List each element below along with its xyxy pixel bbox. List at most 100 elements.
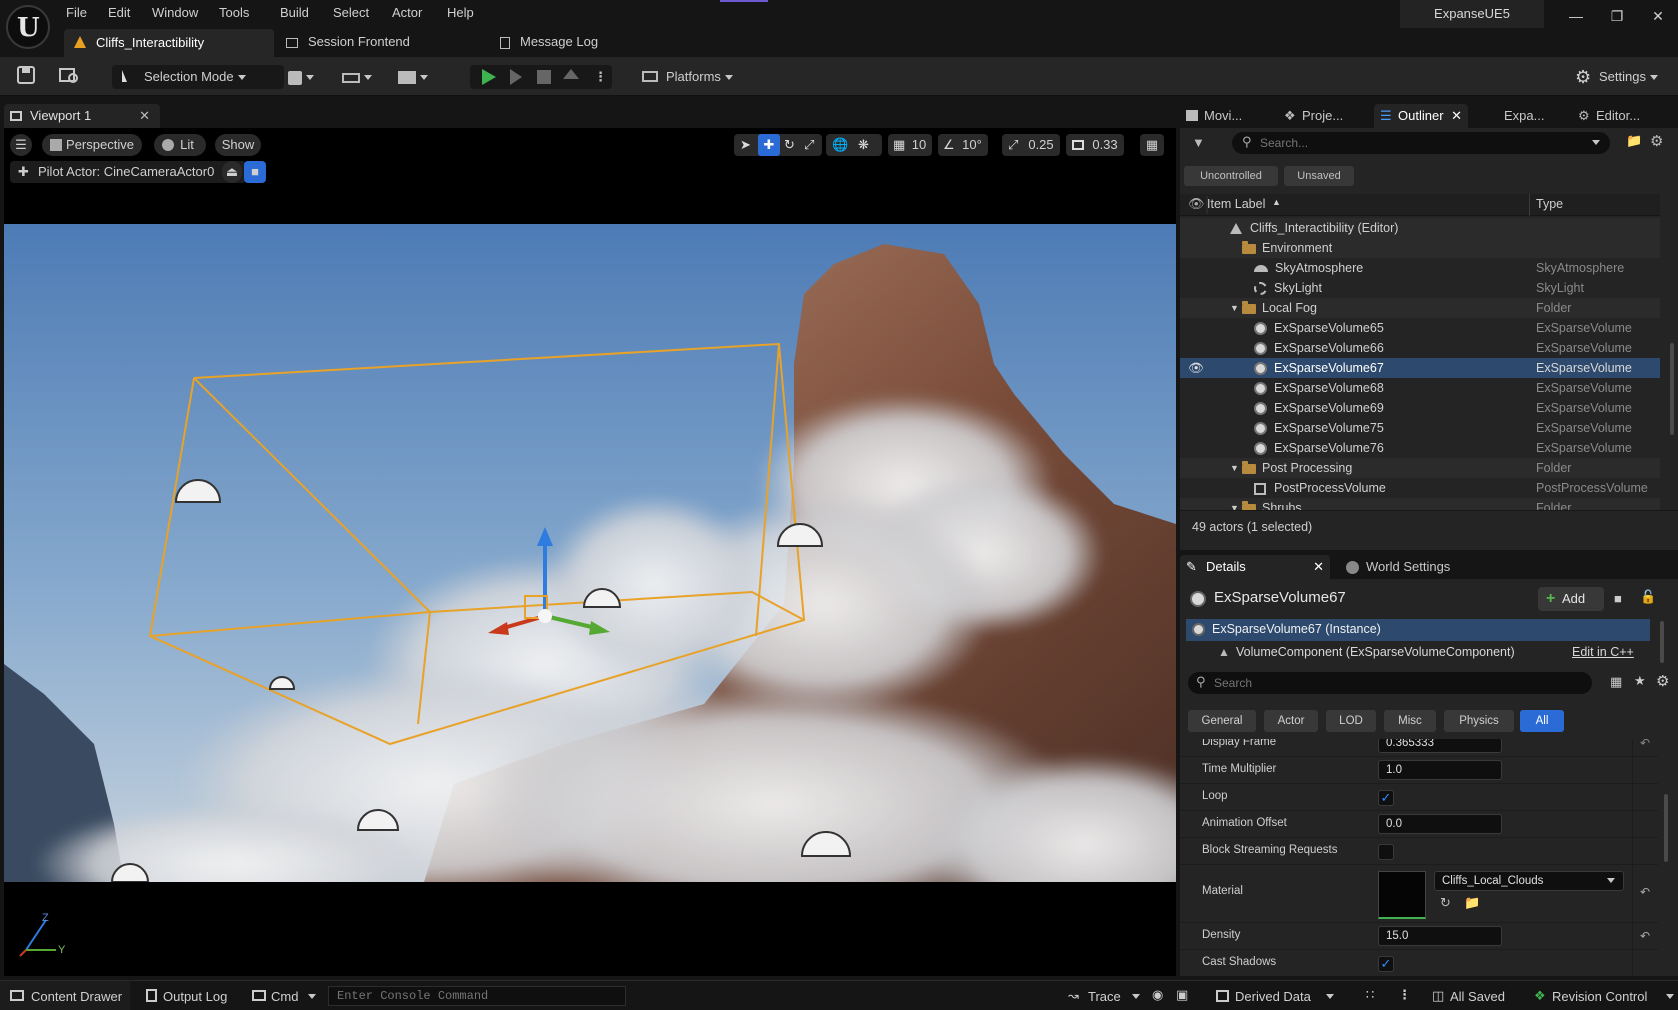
outliner-row[interactable]: SkyLight SkyLight [1180,278,1660,298]
animation-offset-field[interactable]: 0.0 [1378,814,1502,834]
material-thumbnail[interactable] [1378,871,1426,919]
blueprint-button[interactable] [342,65,382,89]
outliner-row[interactable]: Cliffs_Interactibility (Editor) [1180,218,1660,238]
outliner-row[interactable]: ▼ Post Processing Folder [1180,458,1660,478]
outliner-search-input[interactable] [1260,134,1580,152]
details-scrollbar[interactable] [1664,794,1668,862]
close-window-icon[interactable]: ✕ [1643,5,1673,27]
settings-gear-icon[interactable]: ⚙ [1650,132,1663,150]
cmd-dropdown[interactable]: Cmd [246,981,318,1010]
trace-dropdown[interactable]: ↝ Trace [1058,981,1140,1010]
visibility-eye-icon[interactable]: 👁 [1188,358,1204,378]
scene-render[interactable] [4,224,1176,882]
outliner-row[interactable]: SkyAtmosphere SkyAtmosphere [1180,258,1660,278]
cast-shadows-checkbox[interactable]: ✓ [1378,956,1394,972]
camera-lock-icon[interactable]: ■ [244,161,266,183]
chevron-down-icon[interactable] [1592,140,1600,145]
outliner-row[interactable]: ExSparseVolume75 ExSparseVolume [1180,418,1660,438]
eject-icon[interactable] [563,69,579,79]
reset-arrow-icon[interactable]: ↶ [1640,739,1650,750]
all-saved-button[interactable]: ◫ All Saved [1430,981,1520,1010]
tab-expanse[interactable]: Expa... [1504,104,1560,128]
status-more-icon[interactable]: ⋮ [1398,987,1411,1003]
browse-icon[interactable] [58,65,80,89]
outliner-row[interactable]: ExSparseVolume69 ExSparseVolume [1180,398,1660,418]
console-command-input[interactable] [328,986,626,1006]
menu-select[interactable]: Select [333,3,369,23]
stop-icon[interactable] [537,70,551,84]
tab-world-settings[interactable]: World Settings [1344,555,1474,579]
add-folder-icon[interactable]: 📁 [1626,133,1642,149]
derived-data-dropdown[interactable]: Derived Data [1206,981,1334,1010]
reset-arrow-icon[interactable]: ↶ [1640,885,1650,899]
details-search-input[interactable] [1214,674,1574,692]
expand-arrow-icon[interactable]: ▼ [1230,298,1239,318]
output-log-button[interactable]: Output Log [140,981,240,1010]
step-icon[interactable] [510,69,522,85]
outliner-row[interactable]: PostProcessVolume PostProcessVolume [1180,478,1660,498]
outliner-row[interactable]: ▼ Shrubs Folder [1180,498,1660,510]
outliner-search-box[interactable]: ⚲ [1232,132,1610,154]
visibility-eye-icon[interactable]: 👁 [1188,196,1205,212]
tab-viewport-1[interactable]: Viewport 1 ✕ [4,104,160,128]
outliner-row[interactable]: ▼ Local Fog Folder [1180,298,1660,318]
table-view-icon[interactable]: ▦ [1610,674,1622,690]
filter-lod[interactable]: LOD [1326,710,1376,732]
density-field[interactable]: 15.0 [1378,926,1502,946]
add-actor-button[interactable] [288,65,326,89]
favorites-star-icon[interactable]: ★ [1634,673,1646,689]
scale-icon[interactable]: ⤢ [804,134,814,156]
loop-checkbox[interactable]: ✓ [1378,790,1394,806]
filter-misc[interactable]: Misc [1384,710,1436,732]
tab-details[interactable]: ✎ Details ✕ [1180,555,1330,579]
tab-session-frontend[interactable]: Session Frontend [286,28,410,56]
cinematics-button[interactable] [398,65,438,89]
platforms-dropdown[interactable]: Platforms [640,65,750,89]
viewport-menu-icon[interactable]: ☰ [10,134,32,156]
outliner-row[interactable]: ExSparseVolume68 ExSparseVolume [1180,378,1660,398]
filter-general[interactable]: General [1188,710,1256,732]
menu-tools[interactable]: Tools [219,3,249,23]
eject-pilot-icon[interactable]: ⏏ [222,161,242,183]
browse-asset-icon[interactable]: 📁 [1464,895,1480,911]
lock-icon[interactable]: 🔓 [1640,589,1656,605]
menu-build[interactable]: Build [280,3,309,23]
component-scrollbar[interactable] [1660,621,1664,663]
tab-editor[interactable]: ⚙ Editor... [1576,104,1676,128]
outliner-row[interactable]: ExSparseVolume65 ExSparseVolume [1180,318,1660,338]
lit-button[interactable]: Lit [154,134,206,156]
rotate-icon[interactable]: ↻ [784,134,795,156]
scale-snap-button[interactable]: ⤢ 0.25 [1002,134,1060,156]
selection-mode-dropdown[interactable]: Selection Mode [112,65,284,89]
display-frame-field[interactable]: 0.365333 [1378,739,1502,753]
translate-icon[interactable]: ✚ [758,134,780,156]
performance-icon[interactable]: ∷ [1366,987,1374,1003]
record-icon[interactable]: ◉ [1152,987,1163,1003]
add-component-button[interactable]: + Add [1538,587,1604,611]
expand-arrow-icon[interactable]: ▼ [1230,458,1239,478]
layout-icon[interactable]: ▦ [1140,134,1164,156]
block-streaming-checkbox[interactable] [1378,844,1394,860]
column-type[interactable]: Type [1536,197,1563,211]
content-drawer-button[interactable]: Content Drawer [0,981,130,1010]
component-instance-row[interactable]: ExSparseVolume67 (Instance) [1186,619,1650,641]
restore-icon[interactable]: ❐ [1602,5,1632,27]
menu-window[interactable]: Window [152,3,198,23]
tab-outliner[interactable]: ☰ Outliner ✕ [1374,104,1468,128]
menu-edit[interactable]: Edit [108,3,130,23]
filter-actor[interactable]: Actor [1264,710,1318,732]
details-search-box[interactable]: ⚲ [1188,672,1592,694]
material-dropdown[interactable]: Cliffs_Local_Clouds [1434,871,1624,891]
angle-snap-button[interactable]: ∠ 10° [938,134,988,156]
save-icon[interactable] [16,65,38,89]
show-button[interactable]: Show [215,134,261,156]
more-options-icon[interactable]: ⋮ [594,65,607,89]
outliner-row[interactable]: ExSparseVolume76 ExSparseVolume [1180,438,1660,458]
use-selected-asset-icon[interactable]: ↻ [1440,895,1451,911]
expand-arrow-icon[interactable]: ▼ [1230,498,1239,510]
screenshot-icon[interactable]: ▣ [1176,987,1188,1003]
tab-cliffs-interactibility[interactable]: Cliffs_Interactibility [64,29,274,57]
outliner-row[interactable]: ExSparseVolume66 ExSparseVolume [1180,338,1660,358]
menu-actor[interactable]: Actor [392,3,422,23]
filter-physics[interactable]: Physics [1444,710,1514,732]
